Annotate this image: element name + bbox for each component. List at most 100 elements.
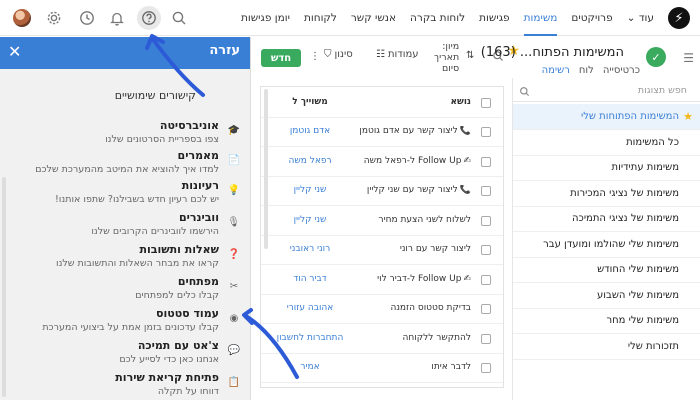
- views-search-input[interactable]: חפש תצוגות: [513, 80, 700, 102]
- sidebar-view-item[interactable]: משימות שלי שהולמו ומועדן עבר: [513, 232, 700, 258]
- help-subtitle: קישורים שימושיים: [114, 89, 196, 102]
- task-assignee-link[interactable]: דביר הוד: [267, 274, 353, 284]
- tasks-table: נושא משוייך ל 📞ליצור קשר עם אדם גוטמן אדם…: [260, 86, 504, 388]
- table-row[interactable]: לדבר איתו אמיר: [261, 354, 503, 383]
- help-item-description: קבלו כלים למפתחים: [135, 290, 219, 301]
- help-item[interactable]: 📋 פתיחת קריאת שירות דווחו על תקלה: [10, 371, 240, 400]
- help-item[interactable]: 🎓 אוניברסיטה צפו בספריית הסרטונים שלנו: [10, 119, 240, 153]
- nav-contacts[interactable]: אנשי קשר: [351, 0, 396, 36]
- help-item[interactable]: 💬 צ'אט עם תמיכה אנחנו כאן כדי לסייע לכם: [10, 339, 240, 373]
- more-options-icon[interactable]: ⋮: [310, 51, 320, 62]
- sidebar-view-item[interactable]: כל המשימות: [513, 130, 700, 156]
- task-subject-text: ליצור קשר עם רוני: [399, 244, 471, 254]
- help-item-icon: 🎙: [227, 217, 240, 228]
- help-scrollbar[interactable]: [2, 177, 6, 397]
- row-checkbox[interactable]: [481, 274, 491, 285]
- table-row[interactable]: ✍Follow Up ל-רפאל משה רפאל משה: [261, 148, 503, 177]
- help-icon[interactable]: [139, 8, 159, 28]
- select-all-checkbox[interactable]: [481, 98, 491, 108]
- help-item[interactable]: ✂ מפתחים קבלו כלים למפתחים: [10, 275, 240, 309]
- row-checkbox[interactable]: [481, 245, 491, 255]
- bell-icon[interactable]: [107, 8, 127, 28]
- user-avatar[interactable]: [13, 9, 31, 27]
- table-row[interactable]: בדיקת סטטוס הזמנה אהובה עזורי: [261, 295, 503, 324]
- nav-projects[interactable]: פרויקטים: [571, 0, 612, 36]
- task-subject[interactable]: להתקשר ללקוחה: [353, 333, 471, 343]
- task-assignee-link[interactable]: שני קליין: [267, 215, 353, 225]
- row-checkbox[interactable]: [481, 333, 491, 344]
- clock-icon[interactable]: [77, 8, 97, 28]
- task-assignee-link[interactable]: רפאל משה: [267, 156, 353, 166]
- table-row[interactable]: ליצור קשר עם רוני רוני ראובני: [261, 236, 503, 265]
- views-sidebar: חפש תצוגות ★ המשימות הפתוחות שלי כל המשימו…: [512, 78, 700, 400]
- header-assignee[interactable]: משוייך ל: [267, 97, 353, 107]
- help-item[interactable]: 💡 רעיונות יש לכם רעיון חדש בשבילנו? שתפו א…: [10, 179, 240, 213]
- sidebar-view-item[interactable]: משימות עתידיות: [513, 155, 700, 181]
- hamburger-icon[interactable]: ☰: [683, 51, 694, 65]
- new-task-button[interactable]: חדש: [261, 49, 301, 67]
- task-assignee-link[interactable]: אהובה עזורי: [267, 303, 353, 313]
- columns-label: עמודות: [387, 49, 419, 60]
- task-assignee-link[interactable]: אמיר: [267, 362, 353, 372]
- task-assignee-link[interactable]: אדם גוטמן: [267, 126, 353, 136]
- help-item[interactable]: 📄 מאמרים למדו איך להוציא את המיטב מהמערכת …: [10, 149, 240, 183]
- nav-dashboards[interactable]: לוחות בקרה: [410, 0, 465, 36]
- header-subject[interactable]: נושא: [353, 97, 471, 107]
- task-subject[interactable]: בדיקת סטטוס הזמנה: [353, 303, 471, 313]
- sidebar-view-item[interactable]: משימות שלי השבוע: [513, 283, 700, 309]
- table-row[interactable]: ✍Follow Up ל-דביר לוי דביר הוד: [261, 266, 503, 295]
- nav-more[interactable]: עוד ⌄: [627, 0, 654, 36]
- task-subject-text: ליצור קשר עם שני קליין: [366, 185, 458, 195]
- task-subject-text: לדבר איתו: [431, 362, 471, 372]
- nav-calendar[interactable]: יומן פגישות: [241, 0, 290, 36]
- sidebar-view-item[interactable]: משימות של נציגי המכירות: [513, 181, 700, 207]
- task-subject[interactable]: 📞ליצור קשר עם שני קליין: [353, 185, 471, 195]
- sidebar-view-item[interactable]: משימות של נציגי התמיכה: [513, 206, 700, 232]
- nav-meetings[interactable]: פגישות: [479, 0, 509, 36]
- table-row[interactable]: לשלוח לשני הצעת מחיר שני קליין: [261, 207, 503, 236]
- close-icon[interactable]: ✕: [8, 42, 21, 61]
- sidebar-view-label: משימות שלי שהולמו ומועדן עבר: [543, 238, 679, 250]
- row-checkbox[interactable]: [481, 186, 491, 196]
- help-item[interactable]: ❓ שאלות ותשובות קראו את מבחר השאלות והתשוב…: [10, 243, 240, 277]
- task-subject[interactable]: ✍Follow Up ל-דביר לוי: [353, 274, 471, 284]
- task-assignee-link[interactable]: שני קליין: [267, 185, 353, 195]
- chevron-down-icon: ⌄: [626, 12, 636, 24]
- row-checkbox[interactable]: [481, 127, 491, 137]
- gear-icon[interactable]: [44, 8, 64, 28]
- search-icon[interactable]: [169, 8, 189, 28]
- app-logo[interactable]: ⚡: [668, 7, 690, 29]
- table-scrollbar[interactable]: [264, 89, 268, 249]
- filter-button[interactable]: סינון ⛉: [324, 49, 353, 60]
- sidebar-view-item[interactable]: ★ המשימות הפתוחות שלי: [513, 104, 700, 130]
- sidebar-view-item[interactable]: משימות שלי החודש: [513, 257, 700, 283]
- sidebar-view-label: כל המשימות: [626, 136, 679, 148]
- nav-customers[interactable]: לקוחות: [304, 0, 337, 36]
- sort-control[interactable]: מיון: תאריך סיום: [434, 41, 459, 74]
- sidebar-view-item[interactable]: תזכורות שלי: [513, 334, 700, 360]
- nav-tasks[interactable]: משימות: [523, 0, 558, 36]
- task-subject[interactable]: לדבר איתו: [353, 362, 471, 372]
- row-checkbox[interactable]: [481, 156, 491, 167]
- row-checkbox[interactable]: [481, 304, 491, 314]
- task-subject[interactable]: 📞ליצור קשר עם אדם גוטמן: [353, 126, 471, 136]
- sort-direction-icon[interactable]: ⇅: [466, 50, 474, 61]
- task-subject[interactable]: ליצור קשר עם רוני: [353, 244, 471, 254]
- table-row[interactable]: 📞ליצור קשר עם שני קליין שני קליין: [261, 177, 503, 206]
- task-assignee-link[interactable]: רוני ראובני: [267, 244, 353, 254]
- columns-button[interactable]: עמודות ☷: [376, 49, 419, 60]
- table-row[interactable]: 📞ליצור קשר עם אדם גוטמן אדם גוטמן: [261, 118, 503, 147]
- table-row[interactable]: להתקשר ללקוחה התחברות לחשבון: [261, 325, 503, 354]
- task-subject[interactable]: לשלוח לשני הצעת מחיר: [353, 215, 471, 225]
- task-type-icon: ✍: [463, 155, 471, 166]
- sidebar-view-item[interactable]: משימות שלי מחר: [513, 308, 700, 334]
- task-assignee-link[interactable]: התחברות לחשבון: [267, 333, 353, 343]
- help-item[interactable]: 🎙 וובינרים הירשמו לוובינרים הקרובים שלנו: [10, 211, 240, 245]
- row-checkbox[interactable]: [481, 215, 491, 226]
- help-item[interactable]: ◉ עמוד סטטוס קבלו עדכונים בזמן אמת על ביצו…: [10, 307, 240, 341]
- main-nav: יומן פגישות לקוחות אנשי קשר לוחות בקרה פ…: [241, 0, 654, 36]
- help-item-icon: ✂: [229, 281, 239, 292]
- task-subject[interactable]: ✍Follow Up ל-רפאל משה: [353, 156, 471, 166]
- row-checkbox[interactable]: [481, 363, 491, 373]
- filter-label: סינון: [334, 49, 353, 60]
